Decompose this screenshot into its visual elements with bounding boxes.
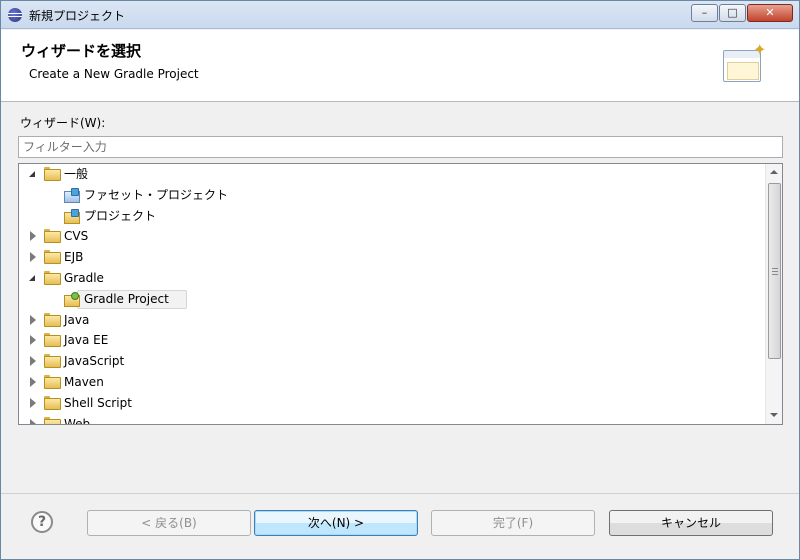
wizard-header: ウィザードを選択 Create a New Gradle Project ✦ [1, 30, 799, 102]
folder-icon [44, 250, 61, 265]
wizards-label: ウィザード(W): [20, 116, 106, 130]
tree-item[interactable]: Web [19, 414, 764, 425]
tree-item-label: JavaScript [64, 354, 125, 369]
back-button[interactable]: < 戻る(B) [87, 510, 251, 536]
folder-icon [44, 375, 61, 389]
tree-item[interactable]: プロジェクト [19, 206, 764, 226]
finish-button[interactable]: 完了(F) [431, 510, 595, 536]
project-icon [64, 208, 80, 224]
cancel-button[interactable]: キャンセル [609, 510, 773, 536]
folder-icon [44, 416, 61, 424]
scroll-up-arrow-icon[interactable] [766, 164, 782, 181]
folder-icon [44, 312, 61, 327]
next-button[interactable]: 次へ(N) > [254, 510, 418, 536]
tree-item-label: Gradle [64, 271, 104, 285]
header-description: Create a New Gradle Project [29, 67, 199, 81]
wizard-banner-icon: ✦ [723, 40, 767, 84]
footer-separator [1, 493, 799, 494]
expanded-arrow-icon[interactable] [29, 274, 37, 282]
tree-item-label: ファセット・プロジェクト [84, 187, 229, 202]
minimize-button[interactable]: – [691, 4, 718, 22]
help-icon[interactable]: ? [31, 511, 53, 533]
facet-project-icon [64, 187, 80, 203]
header-title: ウィザードを選択 [21, 42, 142, 60]
tree-item-label: プロジェクト [84, 208, 157, 223]
folder-icon [44, 354, 61, 369]
close-button[interactable]: ✕ [747, 4, 793, 22]
folder-icon [44, 271, 61, 285]
tree-item-label: Maven [64, 375, 104, 389]
tree-item[interactable]: Maven [19, 372, 764, 392]
tree-item-label: 一般 [64, 167, 89, 181]
wizard-tree[interactable]: 一般ファセット・プロジェクト プロジェクト CVS EJB Gradle Gradle P… [18, 163, 783, 425]
tree-item[interactable]: CVS [19, 226, 764, 246]
maximize-button[interactable]: □ [719, 4, 746, 22]
folder-icon [44, 229, 61, 244]
collapsed-arrow-icon[interactable] [29, 397, 37, 408]
eclipse-app-icon [8, 8, 22, 22]
scroll-thumb[interactable] [768, 183, 781, 359]
collapsed-arrow-icon[interactable] [29, 356, 37, 367]
new-project-dialog: 新規プロジェクト – □ ✕ ウィザードを選択 Create a New Gra… [0, 0, 800, 560]
tree-item[interactable]: Java EE [19, 330, 764, 350]
folder-icon [44, 333, 61, 348]
tree-item-label: EJB [64, 250, 84, 265]
collapsed-arrow-icon[interactable] [29, 252, 37, 263]
collapsed-arrow-icon[interactable] [29, 418, 37, 424]
tree-item[interactable]: ファセット・プロジェクト [19, 185, 764, 205]
tree-item[interactable]: Shell Script [19, 393, 764, 413]
collapsed-arrow-icon[interactable] [29, 231, 37, 242]
gradle-project-icon [64, 291, 80, 307]
collapsed-arrow-icon[interactable] [29, 377, 37, 387]
filter-input[interactable] [18, 136, 783, 158]
tree-item-label: Java [64, 312, 90, 327]
folder-icon [44, 167, 61, 181]
tree-scrollbar[interactable] [765, 164, 782, 424]
tree-item-label: Web [64, 416, 91, 425]
tree-item-label: Gradle Project [84, 291, 169, 306]
tree-item[interactable]: Gradle Project [19, 289, 764, 309]
tree-item-label: Java EE [64, 333, 109, 348]
expanded-arrow-icon[interactable] [29, 170, 37, 178]
scroll-down-arrow-icon[interactable] [766, 407, 782, 424]
tree-item-label: CVS [64, 229, 89, 244]
window-title: 新規プロジェクト [29, 9, 126, 23]
folder-icon [44, 395, 61, 410]
tree-item[interactable]: Gradle [19, 268, 764, 288]
tree-item[interactable]: JavaScript [19, 351, 764, 371]
tree-item[interactable]: EJB [19, 247, 764, 267]
collapsed-arrow-icon[interactable] [29, 335, 37, 346]
tree-item[interactable]: 一般 [19, 164, 764, 184]
title-bar[interactable]: 新規プロジェクト – □ ✕ [1, 1, 799, 29]
collapsed-arrow-icon[interactable] [29, 314, 37, 325]
tree-item-label: Shell Script [64, 395, 132, 410]
tree-item[interactable]: Java [19, 310, 764, 330]
